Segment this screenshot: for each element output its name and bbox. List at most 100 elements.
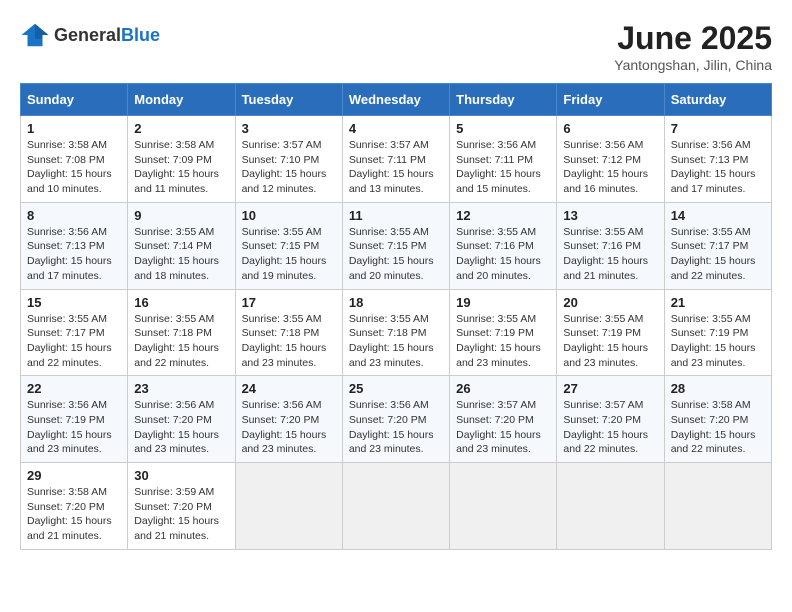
calendar-cell: 24Sunrise: 3:56 AMSunset: 7:20 PMDayligh… (235, 376, 342, 463)
day-info: Sunrise: 3:58 AMSunset: 7:20 PMDaylight:… (671, 398, 765, 457)
day-info: Sunrise: 3:56 AMSunset: 7:20 PMDaylight:… (349, 398, 443, 457)
calendar-cell: 3 Sunrise: 3:57 AMSunset: 7:10 PMDaylight… (235, 116, 342, 203)
day-number: 16 (134, 295, 228, 310)
day-number: 26 (456, 381, 550, 396)
day-number: 9 (134, 208, 228, 223)
calendar-cell: 1 Sunrise: 3:58 AMSunset: 7:08 PMDaylight… (21, 116, 128, 203)
day-info: Sunrise: 3:57 AMSunset: 7:10 PMDaylight:… (242, 138, 336, 197)
day-info: Sunrise: 3:59 AMSunset: 7:20 PMDaylight:… (134, 485, 228, 544)
day-number: 5 (456, 121, 550, 136)
day-info: Sunrise: 3:56 AMSunset: 7:11 PMDaylight:… (456, 138, 550, 197)
day-number: 29 (27, 468, 121, 483)
day-info: Sunrise: 3:55 AMSunset: 7:15 PMDaylight:… (242, 225, 336, 284)
day-number: 22 (27, 381, 121, 396)
day-info: Sunrise: 3:58 AMSunset: 7:08 PMDaylight:… (27, 138, 121, 197)
day-number: 17 (242, 295, 336, 310)
day-number: 24 (242, 381, 336, 396)
day-info: Sunrise: 3:55 AMSunset: 7:18 PMDaylight:… (349, 312, 443, 371)
logo: GeneralBlue (20, 20, 160, 50)
calendar-cell: 12Sunrise: 3:55 AMSunset: 7:16 PMDayligh… (450, 202, 557, 289)
calendar-header-saturday: Saturday (664, 84, 771, 116)
day-number: 28 (671, 381, 765, 396)
calendar-header-sunday: Sunday (21, 84, 128, 116)
day-info: Sunrise: 3:56 AMSunset: 7:19 PMDaylight:… (27, 398, 121, 457)
calendar-week-5: 29 Sunrise: 3:58 AMSunset: 7:20 PMDayligh… (21, 463, 772, 550)
calendar-header-monday: Monday (128, 84, 235, 116)
calendar-cell: 20 Sunrise: 3:55 AMSunset: 7:19 PMDayligh… (557, 289, 664, 376)
day-number: 19 (456, 295, 550, 310)
calendar-header-row: SundayMondayTuesdayWednesdayThursdayFrid… (21, 84, 772, 116)
day-number: 7 (671, 121, 765, 136)
day-number: 2 (134, 121, 228, 136)
calendar-cell: 25Sunrise: 3:56 AMSunset: 7:20 PMDayligh… (342, 376, 449, 463)
title-area: June 2025 Yantongshan, Jilin, China (614, 20, 772, 73)
day-number: 13 (563, 208, 657, 223)
day-info: Sunrise: 3:55 AMSunset: 7:18 PMDaylight:… (134, 312, 228, 371)
day-info: Sunrise: 3:56 AMSunset: 7:13 PMDaylight:… (671, 138, 765, 197)
location-subtitle: Yantongshan, Jilin, China (614, 57, 772, 73)
day-info: Sunrise: 3:55 AMSunset: 7:19 PMDaylight:… (563, 312, 657, 371)
day-number: 6 (563, 121, 657, 136)
calendar-cell: 23Sunrise: 3:56 AMSunset: 7:20 PMDayligh… (128, 376, 235, 463)
day-info: Sunrise: 3:55 AMSunset: 7:17 PMDaylight:… (27, 312, 121, 371)
day-info: Sunrise: 3:57 AMSunset: 7:20 PMDaylight:… (563, 398, 657, 457)
day-info: Sunrise: 3:56 AMSunset: 7:12 PMDaylight:… (563, 138, 657, 197)
day-info: Sunrise: 3:55 AMSunset: 7:14 PMDaylight:… (134, 225, 228, 284)
calendar-cell: 11Sunrise: 3:55 AMSunset: 7:15 PMDayligh… (342, 202, 449, 289)
day-info: Sunrise: 3:58 AMSunset: 7:20 PMDaylight:… (27, 485, 121, 544)
calendar-table: SundayMondayTuesdayWednesdayThursdayFrid… (20, 83, 772, 550)
calendar-cell: 4 Sunrise: 3:57 AMSunset: 7:11 PMDaylight… (342, 116, 449, 203)
day-number: 27 (563, 381, 657, 396)
calendar-cell (450, 463, 557, 550)
calendar-cell: 15 Sunrise: 3:55 AMSunset: 7:17 PMDayligh… (21, 289, 128, 376)
calendar-cell: 7 Sunrise: 3:56 AMSunset: 7:13 PMDaylight… (664, 116, 771, 203)
calendar-week-4: 22 Sunrise: 3:56 AMSunset: 7:19 PMDayligh… (21, 376, 772, 463)
day-info: Sunrise: 3:57 AMSunset: 7:11 PMDaylight:… (349, 138, 443, 197)
calendar-cell: 30 Sunrise: 3:59 AMSunset: 7:20 PMDayligh… (128, 463, 235, 550)
calendar-week-1: 1 Sunrise: 3:58 AMSunset: 7:08 PMDaylight… (21, 116, 772, 203)
calendar-cell (342, 463, 449, 550)
day-number: 14 (671, 208, 765, 223)
calendar-header-wednesday: Wednesday (342, 84, 449, 116)
day-number: 1 (27, 121, 121, 136)
day-number: 4 (349, 121, 443, 136)
calendar-cell: 18 Sunrise: 3:55 AMSunset: 7:18 PMDayligh… (342, 289, 449, 376)
header: GeneralBlue June 2025 Yantongshan, Jilin… (20, 20, 772, 73)
calendar-cell (664, 463, 771, 550)
logo-general: General (54, 25, 121, 45)
calendar-cell: 2 Sunrise: 3:58 AMSunset: 7:09 PMDaylight… (128, 116, 235, 203)
calendar-cell: 6 Sunrise: 3:56 AMSunset: 7:12 PMDaylight… (557, 116, 664, 203)
calendar-cell: 8Sunrise: 3:56 AMSunset: 7:13 PMDaylight… (21, 202, 128, 289)
day-number: 12 (456, 208, 550, 223)
day-number: 11 (349, 208, 443, 223)
calendar-cell: 13 Sunrise: 3:55 AMSunset: 7:16 PMDayligh… (557, 202, 664, 289)
day-number: 18 (349, 295, 443, 310)
calendar-header-friday: Friday (557, 84, 664, 116)
calendar-cell: 10Sunrise: 3:55 AMSunset: 7:15 PMDayligh… (235, 202, 342, 289)
calendar-cell: 28 Sunrise: 3:58 AMSunset: 7:20 PMDayligh… (664, 376, 771, 463)
day-info: Sunrise: 3:55 AMSunset: 7:19 PMDaylight:… (456, 312, 550, 371)
calendar-cell: 9 Sunrise: 3:55 AMSunset: 7:14 PMDaylight… (128, 202, 235, 289)
logo-text: GeneralBlue (54, 25, 160, 46)
day-number: 3 (242, 121, 336, 136)
logo-icon (20, 20, 50, 50)
day-number: 30 (134, 468, 228, 483)
day-info: Sunrise: 3:55 AMSunset: 7:16 PMDaylight:… (563, 225, 657, 284)
calendar-cell: 27 Sunrise: 3:57 AMSunset: 7:20 PMDayligh… (557, 376, 664, 463)
calendar-cell: 16 Sunrise: 3:55 AMSunset: 7:18 PMDayligh… (128, 289, 235, 376)
calendar-header-tuesday: Tuesday (235, 84, 342, 116)
day-number: 20 (563, 295, 657, 310)
calendar-cell: 29 Sunrise: 3:58 AMSunset: 7:20 PMDayligh… (21, 463, 128, 550)
day-info: Sunrise: 3:55 AMSunset: 7:17 PMDaylight:… (671, 225, 765, 284)
day-number: 23 (134, 381, 228, 396)
day-info: Sunrise: 3:58 AMSunset: 7:09 PMDaylight:… (134, 138, 228, 197)
calendar-week-3: 15 Sunrise: 3:55 AMSunset: 7:17 PMDayligh… (21, 289, 772, 376)
day-info: Sunrise: 3:55 AMSunset: 7:18 PMDaylight:… (242, 312, 336, 371)
calendar-header-thursday: Thursday (450, 84, 557, 116)
calendar-cell: 22 Sunrise: 3:56 AMSunset: 7:19 PMDayligh… (21, 376, 128, 463)
calendar-cell: 21Sunrise: 3:55 AMSunset: 7:19 PMDayligh… (664, 289, 771, 376)
day-number: 21 (671, 295, 765, 310)
logo-blue: Blue (121, 25, 160, 45)
calendar-week-2: 8Sunrise: 3:56 AMSunset: 7:13 PMDaylight… (21, 202, 772, 289)
day-number: 15 (27, 295, 121, 310)
